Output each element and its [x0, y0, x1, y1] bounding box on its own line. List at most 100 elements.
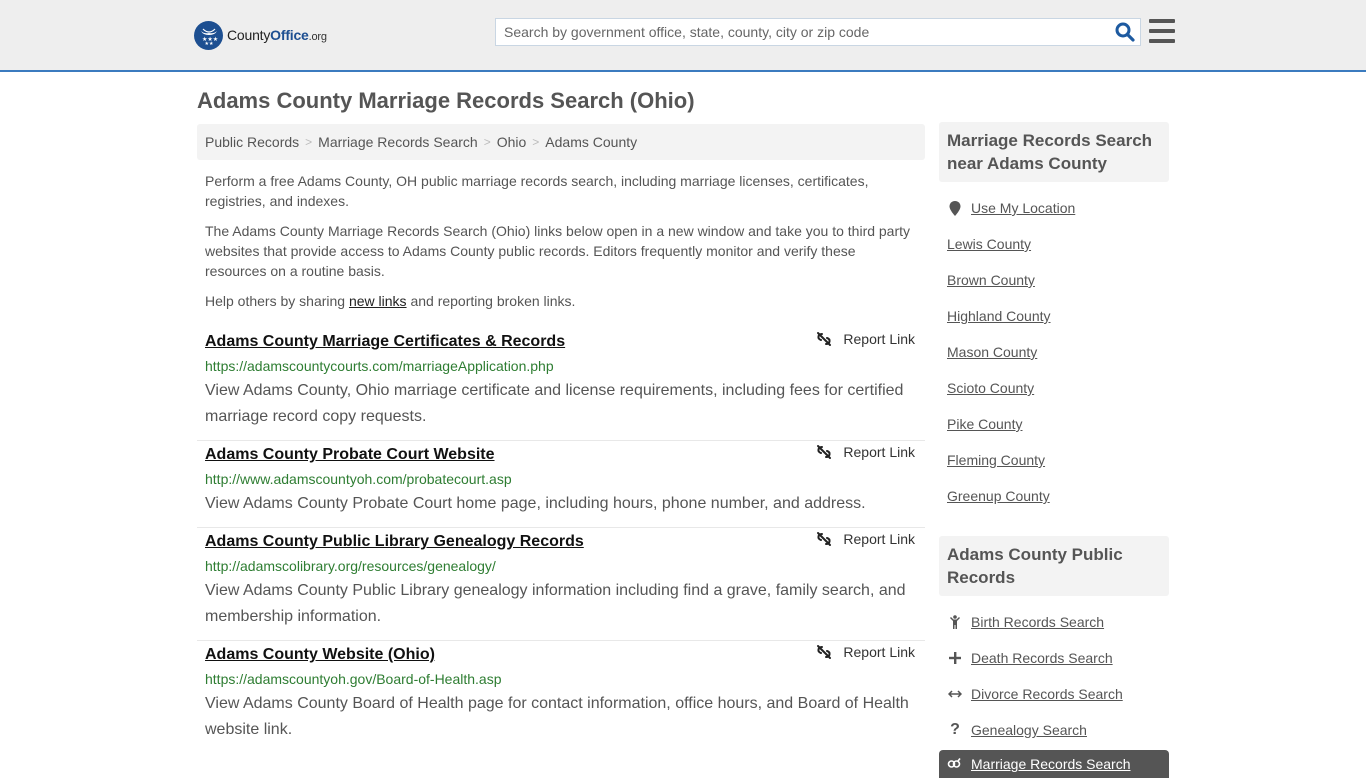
report-link-button[interactable]: Report Link — [816, 531, 915, 547]
intro-paragraph-3: Help others by sharing new links and rep… — [205, 291, 917, 311]
nearby-county-link[interactable]: Brown County — [947, 272, 1035, 288]
breadcrumb-ohio[interactable]: Ohio — [497, 134, 527, 150]
public-records-list: Birth Records Search Death Records Searc… — [939, 604, 1169, 748]
result-description: View Adams County Probate Court home pag… — [205, 495, 866, 512]
gender-rings-icon — [947, 756, 963, 772]
intro-text: Perform a free Adams County, OH public m… — [205, 171, 917, 321]
intro-paragraph-1: Perform a free Adams County, OH public m… — [205, 173, 869, 209]
result-url: https://adamscountycourts.com/marriageAp… — [205, 358, 554, 374]
result-item: Adams County Marriage Certificates & Rec… — [197, 328, 925, 441]
nearby-county-link[interactable]: Fleming County — [947, 452, 1045, 468]
nearby-county-item: Greenup County — [947, 478, 1169, 514]
site-logo[interactable]: ★★★ ★★ CountyOffice.org — [194, 20, 327, 50]
nearby-county-link[interactable]: Pike County — [947, 416, 1022, 432]
arrows-horizontal-icon — [947, 689, 963, 699]
sidebar-nearby: Marriage Records Search near Adams Count… — [939, 122, 1169, 514]
logo-text: CountyOffice.org — [227, 27, 327, 43]
result-item: Adams County Public Library Genealogy Re… — [197, 528, 925, 641]
result-title-link[interactable]: Adams County Public Library Genealogy Re… — [205, 530, 917, 554]
page-title: Adams County Marriage Records Search (Oh… — [197, 88, 695, 113]
logo-prefix: County — [227, 27, 271, 43]
nearby-county-item: Lewis County — [947, 226, 1169, 262]
nearby-county-list: Use My Location Lewis County Brown Count… — [939, 190, 1169, 514]
results-list: Adams County Marriage Certificates & Rec… — [197, 328, 925, 753]
sidebar-public-records-heading: Adams County Public Records — [939, 536, 1169, 596]
result-description: View Adams County, Ohio marriage certifi… — [205, 382, 904, 425]
intro-text-after: and reporting broken links. — [406, 293, 576, 309]
breadcrumb: Public Records > Marriage Records Search… — [197, 124, 925, 160]
nearby-county-link[interactable]: Scioto County — [947, 380, 1034, 396]
svg-text:★★: ★★ — [204, 41, 213, 46]
report-link-label: Report Link — [843, 331, 915, 347]
map-pin-icon — [947, 200, 963, 216]
nearby-county-link[interactable]: Mason County — [947, 344, 1037, 360]
intro-text-before: Help others by sharing — [205, 293, 349, 309]
breadcrumb-separator: > — [483, 135, 491, 149]
search-input[interactable] — [496, 19, 1110, 45]
report-link-button[interactable]: Report Link — [816, 444, 915, 460]
logo-highlight: Office — [270, 27, 309, 43]
search-button[interactable] — [1110, 19, 1140, 45]
menu-bar — [1149, 39, 1175, 43]
report-link-label: Report Link — [843, 531, 915, 547]
breadcrumb-marriage-records-search[interactable]: Marriage Records Search — [318, 134, 478, 150]
death-records-link[interactable]: Death Records Search — [971, 650, 1113, 666]
marriage-records-link[interactable]: Marriage Records Search — [971, 756, 1131, 772]
result-title-link[interactable]: Adams County Marriage Certificates & Rec… — [205, 330, 917, 354]
breadcrumb-public-records[interactable]: Public Records — [205, 134, 299, 150]
report-link-label: Report Link — [843, 644, 915, 660]
birth-records-link[interactable]: Birth Records Search — [971, 614, 1104, 630]
result-url: http://www.adamscountyoh.com/probatecour… — [205, 471, 512, 487]
broken-link-icon — [817, 645, 832, 659]
result-title-link[interactable]: Adams County Website (Ohio) — [205, 643, 917, 667]
sidebar-public-records: Adams County Public Records Birth Record… — [939, 536, 1169, 778]
genealogy-search-link[interactable]: Genealogy Search — [971, 722, 1087, 738]
search-bar — [495, 18, 1141, 46]
nearby-county-item: Scioto County — [947, 370, 1169, 406]
result-item: Adams County Probate Court Website http:… — [197, 441, 925, 528]
search-icon — [1115, 22, 1135, 42]
new-links-link[interactable]: new links — [349, 293, 407, 309]
use-my-location-link[interactable]: Use My Location — [971, 200, 1075, 216]
nearby-county-link[interactable]: Highland County — [947, 308, 1051, 324]
report-link-button[interactable]: Report Link — [816, 644, 915, 660]
hamburger-menu-icon[interactable] — [1149, 19, 1175, 43]
broken-link-icon — [817, 332, 832, 346]
intro-paragraph-2: The Adams County Marriage Records Search… — [205, 223, 911, 279]
broken-link-icon — [817, 532, 832, 546]
result-description: View Adams County Board of Health page f… — [205, 695, 909, 738]
result-title-link[interactable]: Adams County Probate Court Website — [205, 443, 917, 467]
person-icon — [947, 615, 963, 629]
public-record-item: Birth Records Search — [947, 604, 1169, 640]
public-record-item: ? Genealogy Search — [947, 712, 1169, 748]
public-record-item: Death Records Search — [947, 640, 1169, 676]
logo-suffix: .org — [308, 31, 327, 43]
result-description: View Adams County Public Library genealo… — [205, 582, 906, 625]
divorce-records-link[interactable]: Divorce Records Search — [971, 686, 1123, 702]
nearby-county-link[interactable]: Greenup County — [947, 488, 1050, 504]
eagle-stars-icon: ★★★ ★★ — [194, 20, 223, 50]
breadcrumb-adams-county[interactable]: Adams County — [545, 134, 637, 150]
public-record-item: Divorce Records Search — [947, 676, 1169, 712]
nearby-county-item: Pike County — [947, 406, 1169, 442]
site-header: ★★★ ★★ CountyOffice.org — [0, 0, 1366, 72]
cross-icon — [947, 652, 963, 664]
menu-bar — [1149, 29, 1175, 33]
breadcrumb-separator: > — [532, 135, 540, 149]
use-my-location-item: Use My Location — [947, 190, 1169, 226]
question-icon: ? — [950, 721, 960, 738]
marriage-records-active-item[interactable]: Marriage Records Search — [939, 750, 1169, 778]
report-link-button[interactable]: Report Link — [816, 331, 915, 347]
broken-link-icon — [817, 445, 832, 459]
sidebar-nearby-heading: Marriage Records Search near Adams Count… — [939, 122, 1169, 182]
nearby-county-item: Highland County — [947, 298, 1169, 334]
report-link-label: Report Link — [843, 444, 915, 460]
result-url: http://adamscolibrary.org/resources/gene… — [205, 558, 496, 574]
result-item: Adams County Website (Ohio) https://adam… — [197, 641, 925, 753]
nearby-county-item: Mason County — [947, 334, 1169, 370]
nearby-county-item: Fleming County — [947, 442, 1169, 478]
nearby-county-link[interactable]: Lewis County — [947, 236, 1031, 252]
menu-bar — [1149, 19, 1175, 23]
result-url: https://adamscountyoh.gov/Board-of-Healt… — [205, 671, 502, 687]
nearby-county-item: Brown County — [947, 262, 1169, 298]
